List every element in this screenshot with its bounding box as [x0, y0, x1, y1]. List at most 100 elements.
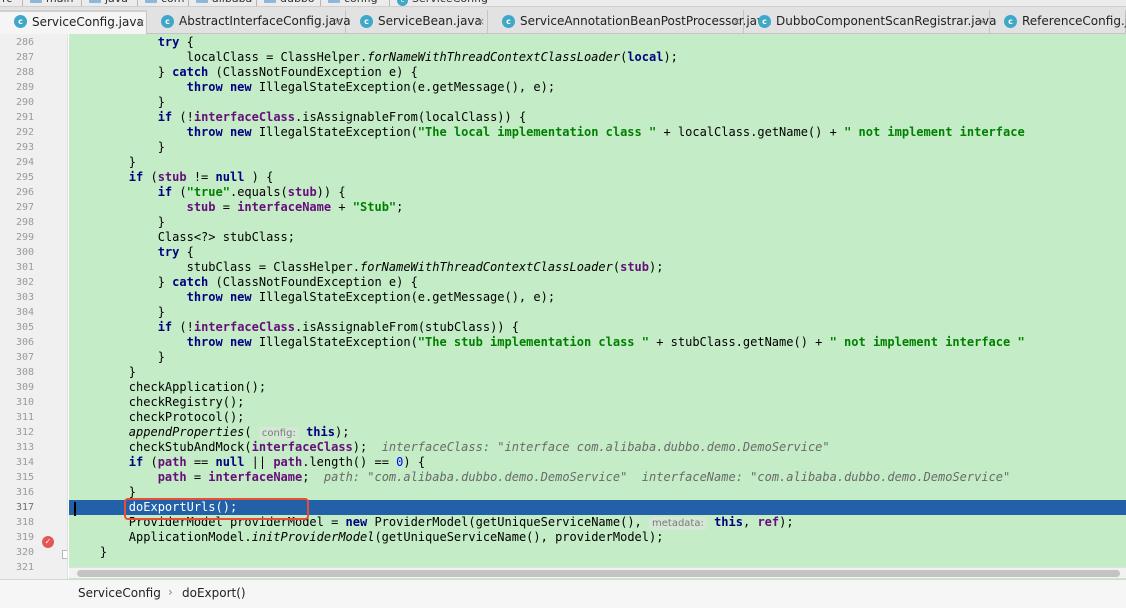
editor-tab[interactable]: c ReferenceConfig.java	[990, 10, 1126, 34]
line-number[interactable]: 295	[0, 170, 34, 185]
line-number[interactable]: 289	[0, 80, 34, 95]
code-line[interactable]: if (path == null || path.length() == 0) …	[69, 455, 1126, 470]
code-token: this	[714, 515, 743, 529]
line-number[interactable]: 320	[0, 545, 34, 560]
code-line[interactable]: Class<?> stubClass;	[69, 230, 1126, 245]
line-number[interactable]: 306	[0, 335, 34, 350]
code-line[interactable]: checkApplication();	[69, 380, 1126, 395]
editor-tab[interactable]: c ServiceBean.java ×	[346, 10, 488, 34]
code-line[interactable]: throw new IllegalStateException("The stu…	[69, 335, 1126, 350]
line-number[interactable]: 290	[0, 95, 34, 110]
code-line[interactable]: }	[69, 365, 1126, 380]
line-number[interactable]: 304	[0, 305, 34, 320]
nav-breadcrumb-item[interactable]: alibaba	[196, 0, 252, 6]
code-line[interactable]: }	[69, 95, 1126, 110]
line-number[interactable]: 301	[0, 260, 34, 275]
code-line[interactable]: ApplicationModel.initProviderModel(getUn…	[69, 530, 1126, 545]
code-line[interactable]: }	[69, 305, 1126, 320]
code-line[interactable]: if (!interfaceClass.isAssignableFrom(loc…	[69, 110, 1126, 125]
line-number[interactable]: 302	[0, 275, 34, 290]
breadcrumb-class[interactable]: ServiceConfig	[78, 586, 161, 600]
class-icon: c	[161, 15, 174, 28]
line-number[interactable]: 300	[0, 245, 34, 260]
code-line[interactable]: throw new IllegalStateException(e.getMes…	[69, 80, 1126, 95]
line-number[interactable]: 298	[0, 215, 34, 230]
close-icon[interactable]: ×	[978, 10, 987, 33]
nav-breadcrumb-item[interactable]: rc	[2, 0, 12, 6]
parameter-hint: config:	[258, 427, 299, 440]
code-line[interactable]: if ("true".equals(stub)) {	[69, 185, 1126, 200]
code-line[interactable]: }	[69, 350, 1126, 365]
close-icon[interactable]: ×	[732, 10, 741, 33]
breadcrumb-method[interactable]: doExport()	[182, 586, 246, 600]
code-line[interactable]: } catch (ClassNotFoundException e) {	[69, 65, 1126, 80]
close-icon[interactable]: ×	[476, 10, 485, 33]
nav-breadcrumb-item[interactable]: c ServiceConfig	[397, 0, 488, 6]
line-number[interactable]: 297	[0, 200, 34, 215]
editor-tab[interactable]: c ServiceAnnotationBeanPostProcessor.java…	[488, 10, 772, 34]
line-number[interactable]: 305	[0, 320, 34, 335]
close-icon[interactable]: ×	[333, 10, 342, 33]
line-number[interactable]: 311	[0, 410, 34, 425]
line-number[interactable]: 291	[0, 110, 34, 125]
code-line[interactable]: path = interfaceName; path: "com.alibaba…	[69, 470, 1126, 485]
nav-breadcrumb-item[interactable]: config	[328, 0, 378, 6]
code-line[interactable]: } catch (ClassNotFoundException e) {	[69, 275, 1126, 290]
code-token: =	[186, 470, 209, 484]
nav-breadcrumb-item[interactable]: dubbo	[264, 0, 315, 6]
folder-icon	[89, 0, 101, 3]
line-number[interactable]: 308	[0, 365, 34, 380]
line-number[interactable]: 316	[0, 485, 34, 500]
line-number[interactable]: 303	[0, 290, 34, 305]
code-line[interactable]: stubClass = ClassHelper.forNameWithThrea…	[69, 260, 1126, 275]
code-line[interactable]: checkStubAndMock(interfaceClass); interf…	[69, 440, 1126, 455]
line-number[interactable]: 292	[0, 125, 34, 140]
code-line[interactable]: }	[69, 215, 1126, 230]
code-line[interactable]: try {	[69, 245, 1126, 260]
line-number[interactable]: 309	[0, 380, 34, 395]
horizontal-scrollbar[interactable]	[69, 567, 1126, 578]
line-number[interactable]: 288	[0, 65, 34, 80]
editor-tab[interactable]: c ServiceConfig.java ×	[0, 10, 147, 34]
line-number[interactable]: 315	[0, 470, 34, 485]
nav-breadcrumb-item[interactable]: main	[30, 0, 73, 6]
code-line[interactable]: }	[69, 155, 1126, 170]
code-line[interactable]: throw new IllegalStateException("The loc…	[69, 125, 1126, 140]
code-line[interactable]: appendProperties( config: this);	[69, 425, 1126, 440]
nav-breadcrumb-item[interactable]: com	[145, 0, 185, 6]
code-line[interactable]: if (!interfaceClass.isAssignableFrom(stu…	[69, 320, 1126, 335]
editor-tab[interactable]: c DubboComponentScanRegistrar.java ×	[744, 10, 996, 34]
line-number[interactable]: 312	[0, 425, 34, 440]
code-line[interactable]: }	[69, 545, 1126, 560]
code-line[interactable]: throw new IllegalStateException(e.getMes…	[69, 290, 1126, 305]
code-line[interactable]: }	[69, 140, 1126, 155]
code-token: new	[345, 515, 368, 529]
breakpoint-icon[interactable]: ✓	[42, 536, 54, 548]
line-number[interactable]: 319	[0, 530, 34, 545]
editor-tab[interactable]: c AbstractInterfaceConfig.java ×	[147, 10, 351, 34]
code-line[interactable]: checkProtocol();	[69, 410, 1126, 425]
line-number-gutter[interactable]: ✓ 286 287 288 289 290 291 292 293 294 295 296 297 29…	[0, 34, 68, 580]
line-number[interactable]: 294	[0, 155, 34, 170]
line-number[interactable]: 321	[0, 560, 34, 575]
code-line[interactable]: if (stub != null ) {	[69, 170, 1126, 185]
line-number[interactable]: 314	[0, 455, 34, 470]
line-number[interactable]: 317	[0, 500, 34, 515]
line-number[interactable]: 287	[0, 50, 34, 65]
line-number[interactable]: 299	[0, 230, 34, 245]
line-number[interactable]: 307	[0, 350, 34, 365]
nav-breadcrumb-item[interactable]: java	[89, 0, 128, 6]
scrollbar-thumb[interactable]	[77, 570, 1120, 577]
code-line[interactable]: localClass = ClassHelper.forNameWithThre…	[69, 50, 1126, 65]
line-number[interactable]: 286	[0, 35, 34, 50]
line-number[interactable]: 310	[0, 395, 34, 410]
line-number[interactable]: 313	[0, 440, 34, 455]
fold-marker-icon[interactable]	[62, 550, 67, 559]
code-line[interactable]: try {	[69, 35, 1126, 50]
line-number[interactable]: 296	[0, 185, 34, 200]
code-line[interactable]: stub = interfaceName + "Stub";	[69, 200, 1126, 215]
line-number[interactable]: 318	[0, 515, 34, 530]
code-line[interactable]: checkRegistry();	[69, 395, 1126, 410]
close-icon[interactable]: ×	[136, 12, 145, 33]
line-number[interactable]: 293	[0, 140, 34, 155]
